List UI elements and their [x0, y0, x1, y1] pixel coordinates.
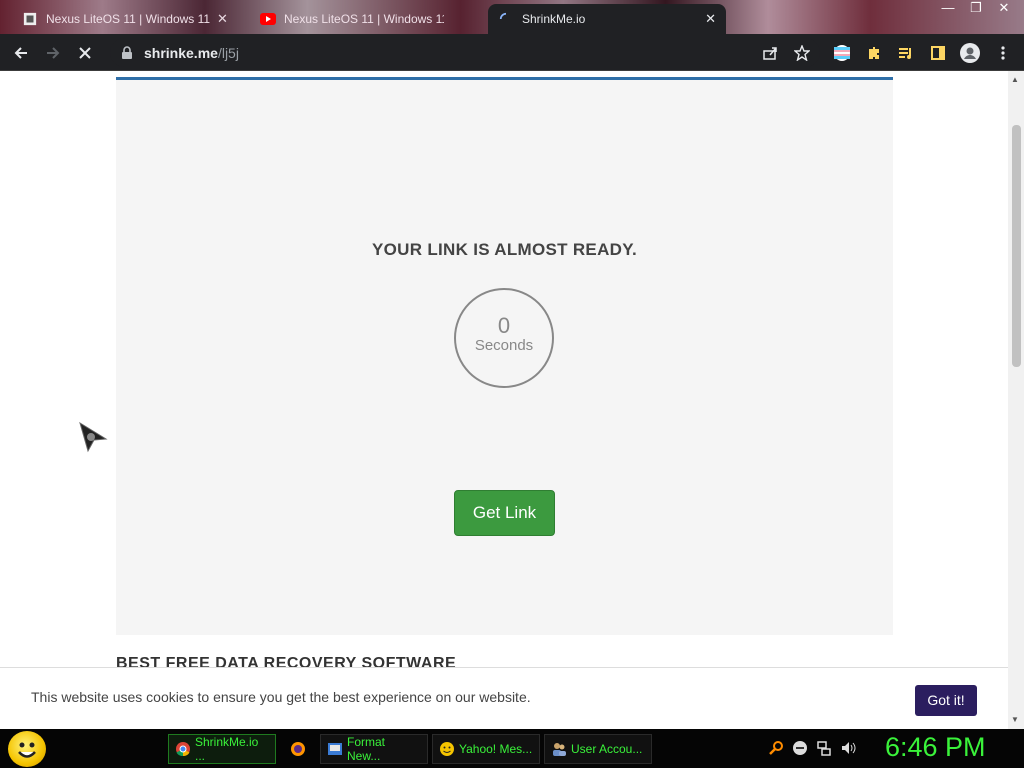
countdown-value: 0: [497, 313, 511, 338]
taskbar-item-label: Format New...: [347, 735, 386, 763]
site-favicon-icon: [23, 12, 37, 26]
page-viewport: YOUR LINK IS ALMOST READY. 0 Seconds Get…: [0, 71, 1008, 729]
taskbar-item-format[interactable]: Format New...: [320, 734, 428, 764]
stop-button[interactable]: [72, 40, 98, 66]
volume-icon[interactable]: [840, 740, 856, 756]
countdown-unit: Seconds: [474, 337, 534, 354]
yahoo-icon: [440, 742, 454, 756]
taskbar-item-user-accounts[interactable]: User Accou...: [544, 734, 652, 764]
lock-icon: [122, 45, 132, 59]
star-icon: [793, 44, 811, 62]
close-window-button[interactable]: ✕: [990, 0, 1018, 18]
cookie-accept-button[interactable]: Got it!: [915, 685, 977, 716]
url-host: shrinke.me: [144, 44, 218, 61]
profile-flag-icon: [834, 45, 850, 61]
sidepanel-button[interactable]: [925, 40, 951, 66]
url-path: /lj5j: [217, 44, 239, 61]
sidepanel-icon: [931, 46, 945, 60]
taskbar-item-shrinkme[interactable]: ShrinkMe.io ...: [168, 734, 276, 764]
forward-button[interactable]: [40, 40, 66, 66]
minimize-button[interactable]: —: [934, 0, 962, 18]
media-icon: [899, 48, 911, 59]
chrome-icon: [176, 742, 190, 757]
tab-close-icon[interactable]: ✕: [217, 11, 228, 27]
cookie-banner: This website uses cookies to ensure you …: [0, 667, 1008, 729]
bookmark-button[interactable]: [789, 40, 815, 66]
tab-title: ShrinkMe.io: [522, 12, 586, 26]
tray-minus-icon[interactable]: [792, 740, 808, 756]
menu-icon: [1001, 46, 1005, 60]
arrow-right-icon: [47, 47, 60, 59]
maximize-button[interactable]: ❐: [962, 0, 990, 18]
tab-nexus-1[interactable]: Nexus LiteOS 11 | Windows 11 Li ✕: [12, 4, 238, 34]
account-icon: [960, 43, 980, 63]
back-button[interactable]: [8, 40, 34, 66]
format-icon: [328, 743, 342, 755]
firefox-icon: [291, 742, 305, 756]
tab-nexus-2[interactable]: Nexus LiteOS 11 | Windows 11: [250, 4, 454, 34]
cookie-message: This website uses cookies to ensure you …: [31, 689, 531, 705]
taskbar: ShrinkMe.io ... Format New... Yahoo! Mes…: [0, 729, 1024, 768]
extensions-icon: [869, 47, 879, 59]
taskbar-item-label: Yahoo! Mes...: [459, 742, 533, 756]
address-bar[interactable]: shrinke.me/lj5j: [110, 38, 820, 67]
users-icon: [553, 743, 566, 756]
page-title: YOUR LINK IS ALMOST READY.: [371, 240, 638, 259]
start-button[interactable]: [8, 731, 46, 767]
taskbar-item-firefox[interactable]: [284, 734, 314, 764]
search-icon[interactable]: [768, 740, 784, 756]
scroll-up-icon[interactable]: ▲: [1011, 75, 1019, 84]
taskbar-clock[interactable]: 6:46 PM: [885, 732, 986, 763]
taskbar-item-label: User Accou...: [571, 742, 643, 756]
close-icon: [79, 47, 91, 59]
mouse-cursor-icon: [79, 421, 108, 453]
tab-close-icon[interactable]: ✕: [705, 11, 716, 27]
countdown-timer: 0 Seconds: [454, 288, 554, 388]
extensions-button[interactable]: [861, 40, 887, 66]
network-icon[interactable]: [816, 740, 832, 756]
tab-shrinkme[interactable]: ShrinkMe.io ✕: [488, 4, 726, 34]
arrow-left-icon: [14, 47, 27, 59]
loading-spinner-icon: [499, 12, 507, 20]
profile-flag-button[interactable]: [829, 40, 855, 66]
scroll-thumb[interactable]: [1012, 125, 1021, 367]
taskbar-item-yahoo[interactable]: Yahoo! Mes...: [432, 734, 540, 764]
menu-button[interactable]: [990, 40, 1016, 66]
link-panel: YOUR LINK IS ALMOST READY. 0 Seconds Get…: [116, 77, 893, 635]
browser-toolbar: shrinke.me/lj5j: [0, 34, 1024, 71]
share-button[interactable]: [757, 40, 783, 66]
smiley-icon: [18, 742, 36, 758]
tab-strip: Nexus LiteOS 11 | Windows 11 Li ✕ Nexus …: [0, 0, 1024, 34]
page-scrollbar[interactable]: ▲ ▼: [1008, 71, 1024, 729]
account-button[interactable]: [957, 40, 983, 66]
get-link-button[interactable]: Get Link: [454, 490, 555, 536]
youtube-icon: [260, 13, 276, 25]
scroll-down-icon[interactable]: ▼: [1011, 715, 1019, 724]
taskbar-item-label: ShrinkMe.io ...: [195, 735, 259, 763]
share-icon: [763, 47, 777, 60]
tab-title: Nexus LiteOS 11 | Windows 11 Li: [46, 12, 211, 26]
tab-title: Nexus LiteOS 11 | Windows 11: [284, 12, 444, 26]
media-button[interactable]: [893, 40, 919, 66]
